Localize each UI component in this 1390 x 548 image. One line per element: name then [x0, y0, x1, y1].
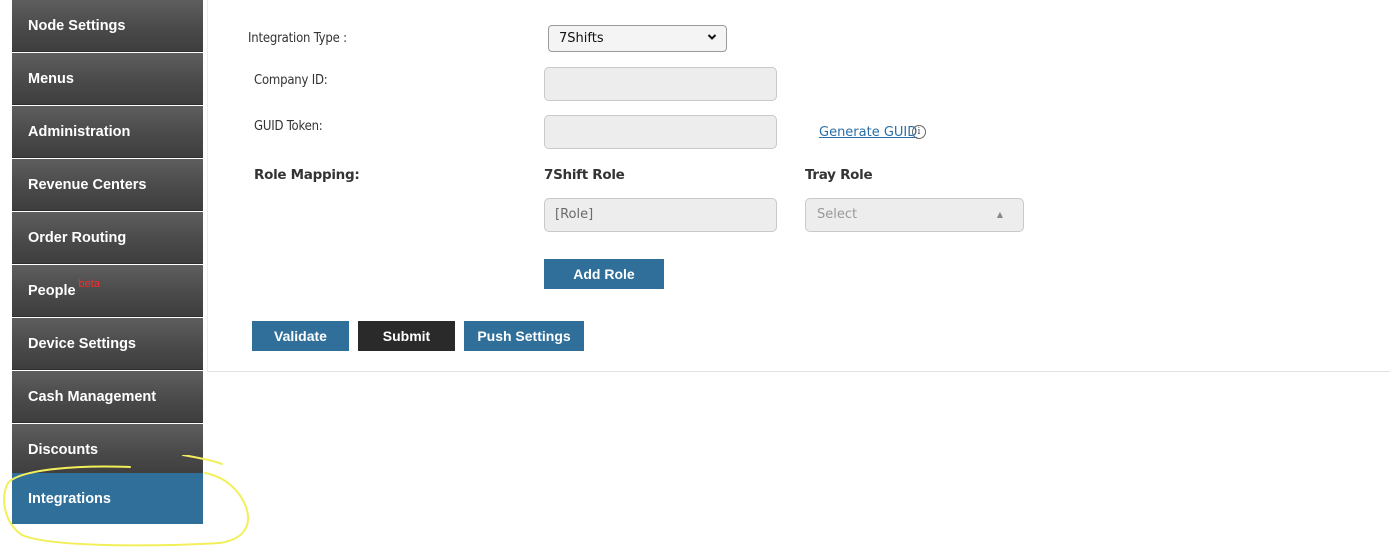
chevron-down-icon: [707, 34, 717, 40]
7shift-role-header: 7Shift Role: [544, 167, 625, 183]
add-role-button[interactable]: Add Role: [544, 259, 664, 289]
push-settings-button[interactable]: Push Settings: [464, 321, 584, 351]
sidebar-item-label: Device Settings: [28, 335, 136, 352]
7shift-role-field[interactable]: [Role]: [544, 198, 777, 232]
sidebar-item-label: Discounts: [28, 441, 99, 458]
tray-role-header: Tray Role: [805, 167, 873, 183]
triangle-up-icon: ▲: [996, 210, 1003, 219]
sidebar-nav: Node Settings Menus Administration Reven…: [0, 0, 203, 524]
validate-button[interactable]: Validate: [252, 321, 349, 351]
sidebar-item-discounts[interactable]: Discounts: [12, 424, 203, 476]
sidebar-item-label: Node Settings: [28, 17, 126, 34]
tray-role-placeholder: Select: [817, 207, 858, 222]
generate-guid-link[interactable]: Generate GUID: [819, 125, 917, 140]
sidebar-item-label: Integrations: [28, 490, 111, 507]
integration-type-select[interactable]: 7Shifts: [548, 25, 727, 52]
sidebar-item-label: Administration: [28, 123, 131, 140]
sidebar-item-label: Order Routing: [28, 229, 127, 246]
company-id-label: Company ID:: [254, 73, 328, 88]
sidebar-item-menus[interactable]: Menus: [12, 53, 203, 105]
sidebar-item-label: Menus: [28, 70, 74, 87]
submit-button[interactable]: Submit: [358, 321, 455, 351]
integration-type-label: Integration Type :: [248, 31, 347, 46]
guid-token-label: GUID Token:: [254, 119, 323, 134]
sidebar-item-people[interactable]: People beta: [12, 265, 203, 317]
beta-badge: beta: [78, 277, 100, 290]
role-mapping-label: Role Mapping:: [254, 167, 360, 183]
sidebar-item-order-routing[interactable]: Order Routing: [12, 212, 203, 264]
guid-token-field[interactable]: [544, 115, 777, 149]
company-id-field[interactable]: [544, 67, 777, 101]
sidebar-item-administration[interactable]: Administration: [12, 106, 203, 158]
sidebar-item-integrations[interactable]: Integrations: [12, 473, 203, 524]
tray-role-select[interactable]: Select ▲: [805, 198, 1024, 232]
sidebar-item-label: People: [28, 282, 76, 299]
integration-settings-panel: [207, 0, 1390, 372]
info-icon[interactable]: i: [912, 125, 926, 139]
sidebar-item-cash-management[interactable]: Cash Management: [12, 371, 203, 423]
sidebar-item-revenue-centers[interactable]: Revenue Centers: [12, 159, 203, 211]
integration-type-value: 7Shifts: [559, 31, 604, 46]
sidebar-item-node-settings[interactable]: Node Settings: [12, 0, 203, 52]
sidebar-item-label: Revenue Centers: [28, 176, 147, 193]
sidebar-item-device-settings[interactable]: Device Settings: [12, 318, 203, 370]
sidebar-item-label: Cash Management: [28, 388, 157, 405]
